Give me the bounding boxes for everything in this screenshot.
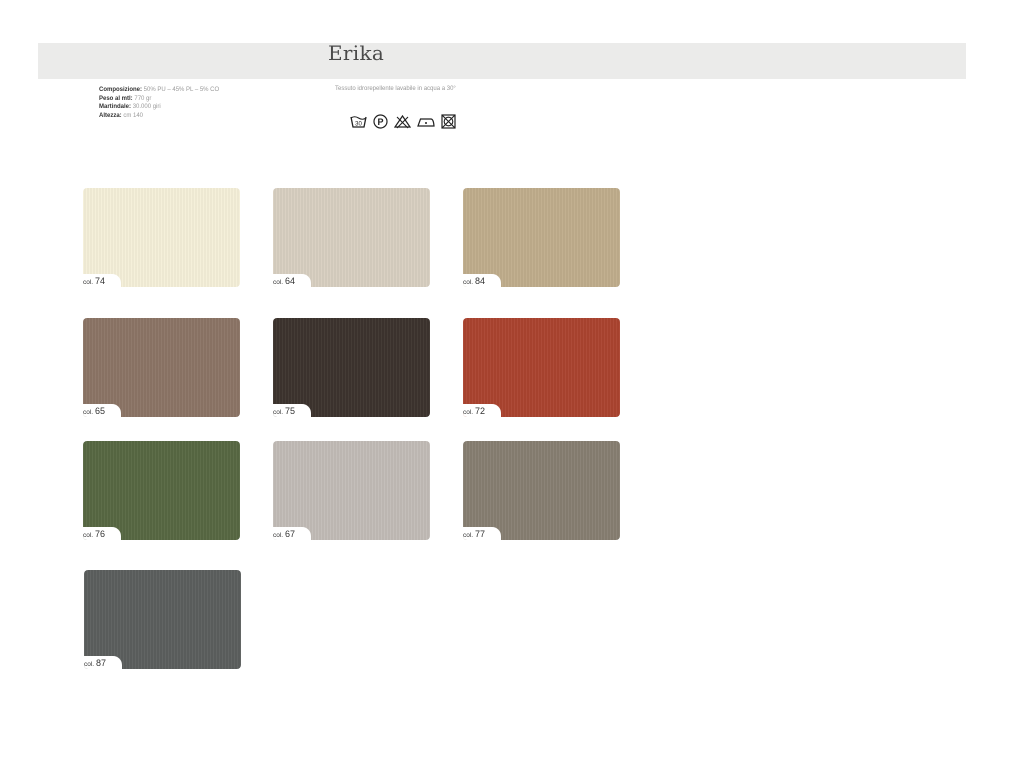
- swatch-col-87: col. 87: [84, 570, 241, 669]
- swatch-label: col. 76: [83, 529, 105, 539]
- spec-composition: Composizione: 50% PU – 45% PL – 5% CO: [99, 87, 220, 93]
- swatch-label: col. 64: [273, 276, 295, 286]
- swatch-label: col. 87: [84, 658, 106, 668]
- swatch-label: col. 84: [463, 276, 485, 286]
- header-band: [38, 43, 966, 79]
- swatch-col-75: col. 75: [273, 318, 430, 417]
- swatch-label: col. 65: [83, 406, 105, 416]
- swatch-col-77: col. 77: [463, 441, 620, 540]
- iron-low-icon: [417, 118, 435, 127]
- svg-text:30: 30: [355, 122, 362, 128]
- swatch-label: col. 72: [463, 406, 485, 416]
- swatch-col-74: col. 74: [83, 188, 240, 287]
- care-text: Tessuto idrorepellente lavabile in acqua…: [335, 86, 456, 92]
- specs-block: Composizione: 50% PU – 45% PL – 5% CO Pe…: [99, 86, 219, 120]
- swatch-label: col. 75: [273, 406, 295, 416]
- no-tumble-dry-icon: [441, 114, 456, 129]
- swatch-label: col. 74: [83, 276, 105, 286]
- page-title: Erika: [328, 41, 385, 65]
- swatch-col-67: col. 67: [273, 441, 430, 540]
- no-bleach-icon: [394, 114, 411, 129]
- swatch-col-64: col. 64: [273, 188, 430, 287]
- swatch-col-84: col. 84: [463, 188, 620, 287]
- care-icons: 30 P: [350, 114, 456, 129]
- swatch-col-65: col. 65: [83, 318, 240, 417]
- spec-height: Altezza: cm 140: [99, 112, 144, 119]
- wash-30-icon: 30: [350, 116, 367, 128]
- spec-weight: Peso al mtl: 770 gr: [99, 95, 152, 102]
- swatch-label: col. 77: [463, 529, 485, 539]
- spec-martindale: Martindale: 30.000 giri: [99, 104, 161, 111]
- swatch-col-72: col. 72: [463, 318, 620, 417]
- svg-text:P: P: [377, 117, 383, 127]
- swatch-label: col. 67: [273, 529, 295, 539]
- dry-clean-p-icon: P: [373, 114, 388, 129]
- swatch-col-76: col. 76: [83, 441, 240, 540]
